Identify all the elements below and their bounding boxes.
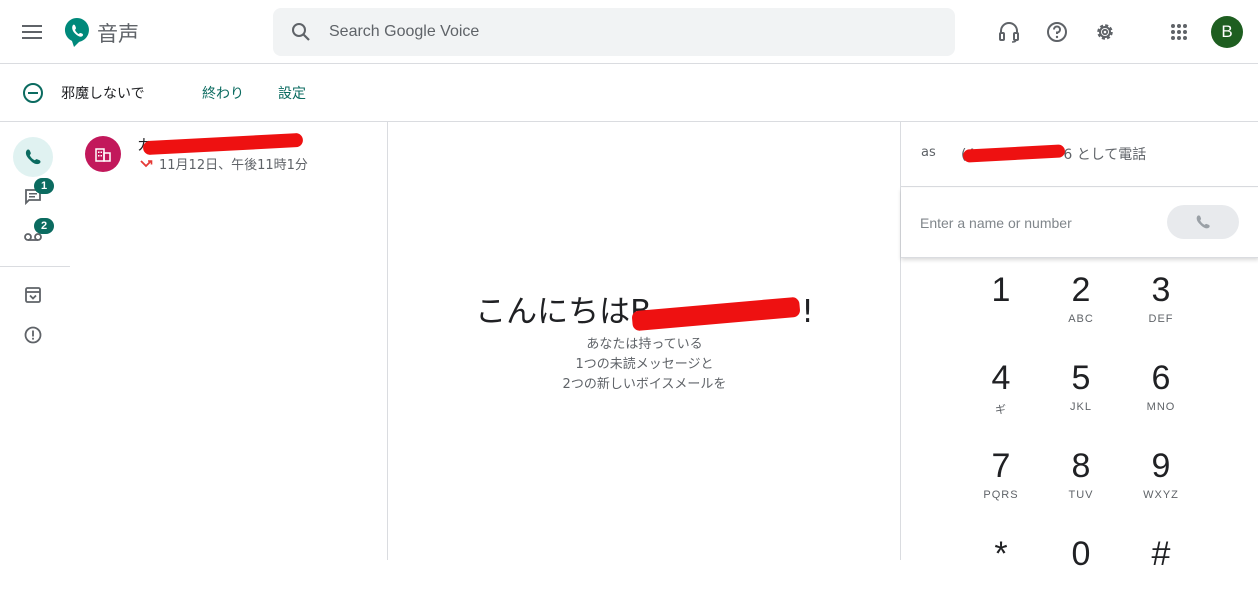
dial-key-digit: 3: [1151, 271, 1171, 309]
summary-line-3: 2つの新しいボイスメールを: [562, 377, 727, 392]
dial-key-digit: 9: [1151, 447, 1171, 485]
account-avatar[interactable]: B: [1211, 16, 1243, 48]
apps-button[interactable]: [1166, 18, 1192, 46]
spam-report-icon: [24, 326, 42, 344]
dial-key-digit: 6: [1151, 359, 1171, 397]
dial-key-letters: MNO: [1146, 401, 1176, 413]
business-icon: [95, 148, 111, 162]
dial-key-5[interactable]: 5 JKL: [1041, 358, 1121, 438]
top-bar: 音声 Search Google Voice B: [0, 0, 1258, 64]
search-input[interactable]: [329, 20, 929, 44]
headset-button[interactable]: [996, 18, 1022, 46]
dnd-settings-button[interactable]: 設定: [278, 83, 306, 103]
call-meta: 11月12日、午後11時1分: [140, 154, 308, 173]
dial-key-digit: 1: [991, 271, 1011, 309]
number-input[interactable]: [920, 212, 1150, 234]
google-voice-logo-icon[interactable]: [64, 17, 90, 47]
greeting-summary: あなたは持っている 1つの未読メッセージと 2つの新しいボイスメールを: [389, 335, 900, 395]
dial-key-letters: TUV: [1068, 489, 1094, 501]
greeting-name-suffix: !: [801, 294, 814, 330]
caller-id-suffix: 6 として電話: [1063, 147, 1147, 163]
gear-icon: [1097, 24, 1113, 40]
messages-badge: 1: [34, 178, 54, 194]
welcome-panel: こんにちはB! あなたは持っている 1つの未読メッセージと 2つの新しいボイスメ…: [389, 122, 900, 560]
as-label: as: [921, 145, 936, 160]
app-name[interactable]: 音声: [97, 18, 139, 48]
archive-icon: [25, 287, 41, 303]
call-list: カ 11月12日、午後11時1分: [70, 122, 388, 560]
main-menu-button[interactable]: [16, 16, 48, 48]
redaction-mark: [631, 296, 801, 332]
nav-divider: [0, 266, 70, 267]
greeting-heading: こんにちはB!: [389, 286, 900, 332]
summary-line-2: 1つの未読メッセージと: [575, 357, 714, 372]
dial-key-hash[interactable]: #: [1121, 534, 1201, 614]
dial-key-digit: 7: [991, 447, 1011, 485]
summary-line-1: あなたは持っている: [586, 337, 703, 352]
greeting-name: B!: [630, 294, 814, 332]
dial-key-letters: PQRS: [983, 489, 1019, 501]
dial-key-digit: 4: [991, 359, 1011, 397]
caller-id-selector[interactable]: as (46 として電話: [901, 122, 1258, 187]
call-datetime: 11月12日、午後11時1分: [159, 158, 308, 173]
dial-key-3[interactable]: 3 DEF: [1121, 270, 1201, 350]
search-icon[interactable]: [289, 20, 313, 44]
dial-key-letters: DEF: [1148, 313, 1174, 325]
voicemail-badge: 2: [34, 218, 54, 234]
nav-calls[interactable]: [13, 137, 53, 177]
do-not-disturb-icon: [23, 83, 43, 103]
dial-key-1[interactable]: 1: [961, 270, 1041, 350]
dial-key-digit: 8: [1071, 447, 1091, 485]
help-icon: [1047, 22, 1067, 42]
do-not-disturb-bar: 邪魔しないで 終わり 設定: [0, 64, 1258, 122]
dial-key-9[interactable]: 9 WXYZ: [1121, 446, 1201, 526]
dial-key-digit: 5: [1071, 359, 1091, 397]
call-button[interactable]: [1167, 205, 1239, 239]
dial-key-6[interactable]: 6 MNO: [1121, 358, 1201, 438]
greeting-hello: こんにちは: [475, 294, 631, 330]
dial-key-letters: WXYZ: [1143, 489, 1179, 501]
dial-key-7[interactable]: 7 PQRS: [961, 446, 1041, 526]
nav-archive[interactable]: [13, 275, 53, 315]
missed-call-icon: [140, 159, 153, 167]
dial-key-letters: ABC: [1068, 313, 1094, 325]
phone-icon: [25, 149, 41, 165]
dial-key-digit: 0: [1071, 535, 1091, 573]
nav-spam[interactable]: [13, 315, 53, 355]
dial-key-8[interactable]: 8 TUV: [1041, 446, 1121, 526]
dial-key-digit: *: [994, 535, 1008, 573]
dial-key-letters: ギ: [995, 404, 1007, 416]
dial-key-4[interactable]: 4ギ: [961, 358, 1041, 438]
dial-key-0[interactable]: 0: [1041, 534, 1121, 614]
hamburger-menu-icon: [22, 25, 42, 39]
search-bar[interactable]: [273, 8, 955, 56]
left-nav: 1 2: [0, 122, 70, 560]
settings-button[interactable]: [1092, 18, 1118, 46]
dialer-panel: as (46 として電話 12ABC3DEF4ギ5JKL6MNO7PQRS8TU…: [900, 122, 1258, 573]
dial-key-star[interactable]: *: [961, 534, 1041, 614]
dial-key-digit: 2: [1071, 271, 1091, 309]
dnd-end-button[interactable]: 終わり: [202, 83, 244, 103]
dial-key-letters: JKL: [1070, 401, 1092, 413]
dial-key-digit: #: [1151, 535, 1171, 573]
phone-icon: [1196, 215, 1210, 229]
apps-grid-icon: [1171, 24, 1187, 40]
redaction-mark: [142, 132, 304, 156]
help-button[interactable]: [1044, 18, 1070, 46]
dial-key-2[interactable]: 2 ABC: [1041, 270, 1121, 350]
dnd-label: 邪魔しないで: [61, 86, 145, 102]
headset-icon: [999, 22, 1019, 43]
contact-avatar[interactable]: [85, 136, 121, 172]
dial-input-row: [901, 188, 1258, 258]
